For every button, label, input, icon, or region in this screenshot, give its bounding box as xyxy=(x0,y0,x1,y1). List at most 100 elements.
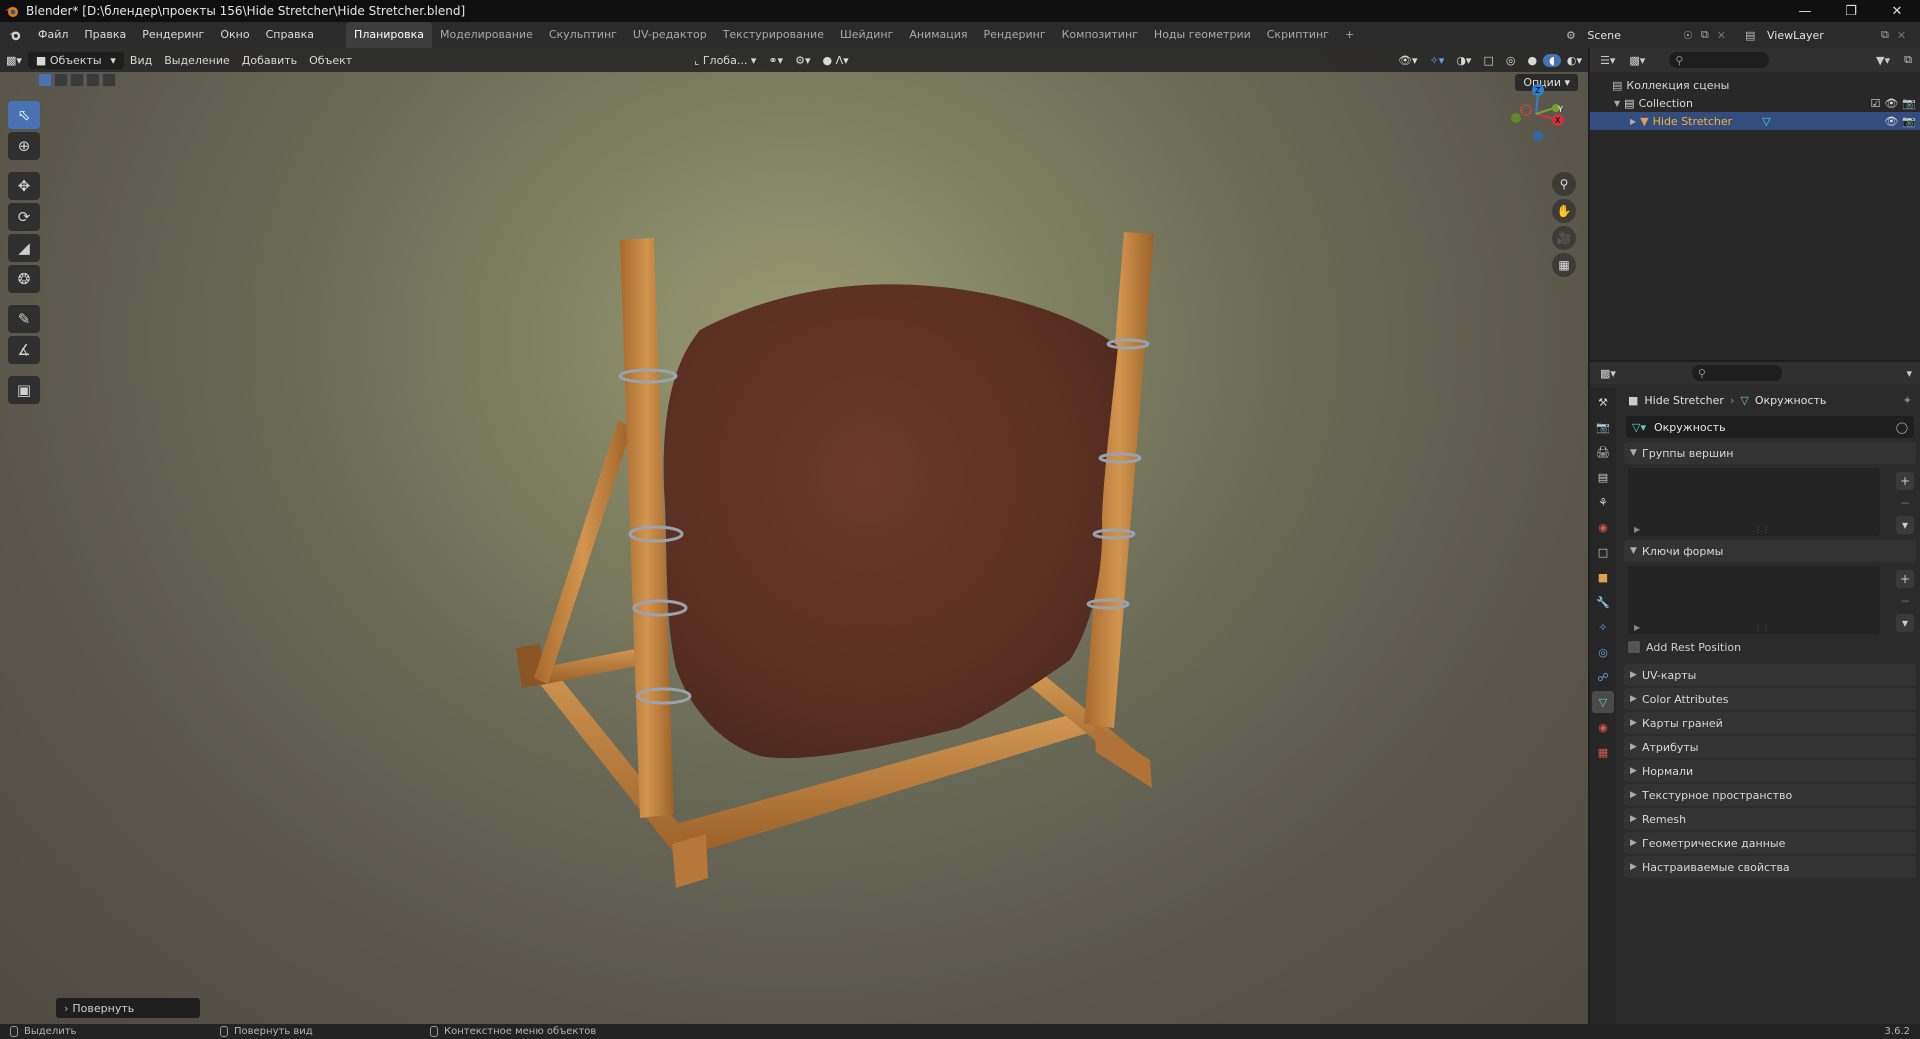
scene-selector[interactable]: ⚙ Scene ☉ ⧉ ✕ xyxy=(1566,25,1726,45)
visibility-icon[interactable]: 👁▾ xyxy=(1392,54,1424,67)
menu-file[interactable]: Файл xyxy=(30,22,76,48)
rotate-icon[interactable]: ⟳ xyxy=(8,203,40,231)
list-expand-icon[interactable]: ▶ xyxy=(1634,623,1640,632)
new-collection-icon[interactable]: ⧉ xyxy=(1904,53,1912,67)
properties-editor-icon[interactable]: ▩▾ xyxy=(1600,367,1616,380)
outliner-editor-icon[interactable]: ☰▾ xyxy=(1600,54,1615,67)
move-icon[interactable]: ✥ xyxy=(8,172,40,200)
panel-vertex-groups[interactable]: ▼ Группы вершин xyxy=(1624,442,1916,464)
texture-tab-icon[interactable]: ▦ xyxy=(1592,741,1614,763)
shape-key-specials-button[interactable]: ▾ xyxy=(1896,614,1914,632)
3d-viewport[interactable]: ▩▾ ■ Объекты ▾ Вид Выделение Добавить Об… xyxy=(0,48,1588,1024)
last-operator-panel[interactable]: › Повернуть xyxy=(56,998,200,1018)
panel-color-attributes[interactable]: ▶ Color Attributes xyxy=(1624,688,1916,710)
pivot-icon[interactable]: ⚭▾ xyxy=(762,54,789,67)
render-camera-icon[interactable]: 📷 xyxy=(1902,97,1916,110)
menu-add[interactable]: Добавить xyxy=(236,54,303,67)
tab-sculpting[interactable]: Скульптинг xyxy=(541,22,625,48)
add-shape-key-button[interactable]: + xyxy=(1896,570,1914,588)
camera-icon[interactable]: 🎥 xyxy=(1552,226,1576,250)
panel-remesh[interactable]: ▶ Remesh xyxy=(1624,808,1916,830)
tab-uv-editing[interactable]: UV-редактор xyxy=(625,22,715,48)
chevron-down-icon[interactable]: ▾ xyxy=(1906,367,1912,380)
menu-edit[interactable]: Правка xyxy=(76,22,134,48)
panel-normals[interactable]: ▶ Нормали xyxy=(1624,760,1916,782)
select-intersect-icon[interactable] xyxy=(102,73,116,87)
cursor-icon[interactable]: ⊕ xyxy=(8,132,40,160)
rendered-shading-icon[interactable]: ◐▾ xyxy=(1561,54,1588,67)
add-cube-icon[interactable]: ▣ xyxy=(8,376,40,404)
tab-compositing[interactable]: Композитинг xyxy=(1054,22,1146,48)
new-view-layer-icon[interactable]: ⧉ xyxy=(1881,28,1889,42)
menu-help[interactable]: Справка xyxy=(258,22,322,48)
pan-hand-icon[interactable]: ✋ xyxy=(1552,199,1576,223)
tab-layout[interactable]: Планировка xyxy=(346,22,433,48)
select-subtract-icon[interactable] xyxy=(70,73,84,87)
delete-view-layer-icon[interactable]: ✕ xyxy=(1897,29,1906,42)
mesh-datablock-selector[interactable]: ▽▾ Окружность ◯ xyxy=(1626,416,1914,438)
render-tab-icon[interactable]: 📷 xyxy=(1592,416,1614,438)
tab-scripting[interactable]: Скриптинг xyxy=(1259,22,1337,48)
shape-keys-list[interactable]: ▶ ⋮⋮ xyxy=(1628,566,1880,634)
select-invert-icon[interactable] xyxy=(86,73,100,87)
tab-shading[interactable]: Шейдинг xyxy=(832,22,901,48)
tab-geometry-nodes[interactable]: Ноды геометрии xyxy=(1146,22,1259,48)
outliner-row-scene-collection[interactable]: ▤ Коллекция сцены xyxy=(1590,76,1920,94)
menu-render[interactable]: Рендеринг xyxy=(134,22,212,48)
pin-icon[interactable]: ✦ xyxy=(1903,394,1912,407)
add-rest-position-checkbox[interactable] xyxy=(1628,641,1640,653)
navigation-gizmo[interactable]: Z X Y xyxy=(1506,80,1570,146)
render-camera-icon[interactable]: 📷 xyxy=(1902,115,1916,128)
outliner-search-input[interactable]: ⚲ xyxy=(1669,52,1770,68)
new-scene-icon[interactable]: ⧉ xyxy=(1701,28,1709,42)
minimize-icon[interactable]: — xyxy=(1782,0,1828,22)
panel-uv-maps[interactable]: ▶ UV-карты xyxy=(1624,664,1916,686)
select-new-icon[interactable] xyxy=(38,73,52,87)
scale-icon[interactable]: ◢ xyxy=(8,234,40,262)
tab-rendering[interactable]: Рендеринг xyxy=(976,22,1054,48)
perspective-grid-icon[interactable]: ▦ xyxy=(1552,253,1576,277)
hide-stretcher-model[interactable] xyxy=(0,48,1588,1024)
panel-attributes[interactable]: ▶ Атрибуты xyxy=(1624,736,1916,758)
panel-shape-keys[interactable]: ▼ Ключи формы xyxy=(1624,540,1916,562)
outliner-row-hide-stretcher[interactable]: ▶ ▼ Hide Stretcher ▽ 👁 📷 xyxy=(1590,112,1920,130)
eye-icon[interactable]: 👁 xyxy=(1884,97,1898,110)
xray-icon[interactable]: □ xyxy=(1477,54,1499,67)
menu-select[interactable]: Выделение xyxy=(158,54,236,67)
pin-icon[interactable]: ☉ xyxy=(1683,29,1693,42)
expand-right-icon[interactable]: ▶ xyxy=(1630,117,1636,126)
wireframe-shading-icon[interactable]: ◎ xyxy=(1500,54,1522,67)
vertex-groups-list[interactable]: ▶ ⋮⋮ xyxy=(1628,468,1880,536)
mesh-data-tab-icon[interactable]: ▽ xyxy=(1592,691,1614,713)
menu-object[interactable]: Объект xyxy=(303,54,358,67)
fake-user-shield-icon[interactable]: ◯ xyxy=(1896,421,1908,434)
restore-icon[interactable]: ❐ xyxy=(1828,0,1874,22)
mesh-data-icon[interactable]: ▽ xyxy=(1762,115,1770,128)
tab-texture-paint[interactable]: Текстурирование xyxy=(715,22,832,48)
select-extend-icon[interactable] xyxy=(54,73,68,87)
scene-tab-icon[interactable]: ⚘ xyxy=(1592,491,1614,513)
checkbox-icon[interactable]: ☑ xyxy=(1870,97,1880,110)
close-icon[interactable]: ✕ xyxy=(1874,0,1920,22)
mode-selector[interactable]: ■ Объекты ▾ xyxy=(27,51,124,69)
particles-tab-icon[interactable]: ✧ xyxy=(1592,616,1614,638)
material-preview-shading-icon[interactable]: ◖ xyxy=(1543,53,1561,67)
world-tab-icon[interactable]: ◉ xyxy=(1592,516,1614,538)
filter-icon[interactable]: ▼▾ xyxy=(1876,54,1890,67)
view-layer-selector[interactable]: ▤ ViewLayer ⧉ ✕ xyxy=(1745,25,1920,45)
panel-custom-properties[interactable]: ▶ Настраиваемые свойства xyxy=(1624,856,1916,878)
add-workspace-button[interactable]: + xyxy=(1337,22,1362,48)
menu-view[interactable]: Вид xyxy=(124,54,158,67)
panel-face-maps[interactable]: ▶ Карты граней xyxy=(1624,712,1916,734)
outliner-row-collection[interactable]: ▼ ▤ Collection ☑ 👁 📷 xyxy=(1590,94,1920,112)
eye-icon[interactable]: 👁 xyxy=(1884,115,1898,128)
snap-icon[interactable]: ⚙▾ xyxy=(789,54,816,67)
material-tab-icon[interactable]: ◉ xyxy=(1592,716,1614,738)
remove-shape-key-button[interactable]: − xyxy=(1896,592,1914,610)
output-tab-icon[interactable]: 🖨 xyxy=(1592,441,1614,463)
physics-tab-icon[interactable]: ◎ xyxy=(1592,641,1614,663)
modifier-tab-icon[interactable]: 🔧 xyxy=(1592,591,1614,613)
view-layer-tab-icon[interactable]: ▤ xyxy=(1592,466,1614,488)
remove-vertex-group-button[interactable]: − xyxy=(1896,494,1914,512)
object-tab-icon[interactable]: ■ xyxy=(1592,566,1614,588)
